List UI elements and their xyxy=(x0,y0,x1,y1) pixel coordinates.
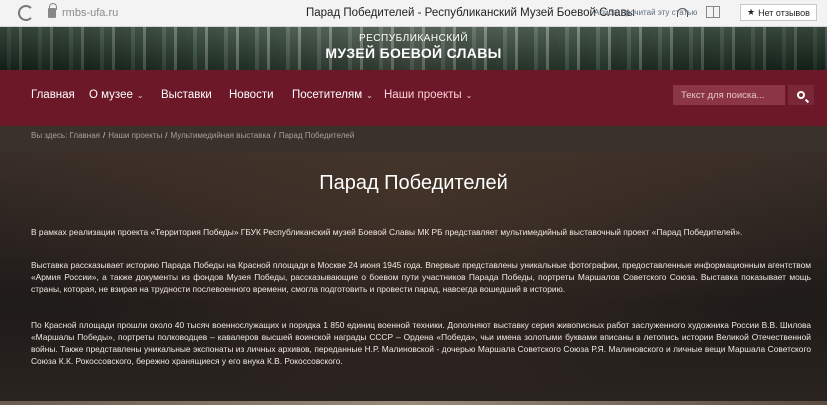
nav-item-label: Наши проекты xyxy=(384,89,462,101)
nav-item-label: Выставки xyxy=(161,89,212,101)
reader-mode-icon[interactable] xyxy=(706,6,720,18)
reload-icon[interactable] xyxy=(18,5,34,21)
main-navigation: Главная О музее ⌄ Выставки Новости Посети… xyxy=(0,70,827,126)
reviews-label: Нет отзывов xyxy=(758,7,810,18)
nav-item-label: Главная xyxy=(31,89,75,101)
breadcrumb-multimedia-exhibition[interactable]: Мультимедийная выставка xyxy=(171,131,271,140)
nav-item-exhibitions[interactable]: Выставки xyxy=(161,89,212,101)
chevron-down-icon: ⌄ xyxy=(366,91,373,100)
search-icon xyxy=(797,91,805,99)
nav-item-label: О музее xyxy=(89,89,133,101)
breadcrumb-prefix: Вы здесь: xyxy=(31,131,68,140)
chevron-down-icon: ⌄ xyxy=(465,91,473,100)
breadcrumb-home[interactable]: Главная xyxy=(70,131,100,140)
image-strip xyxy=(0,401,827,405)
article-paragraph: Выставка рассказывает историю Парада Поб… xyxy=(31,260,811,294)
page-title: Парад Победителей xyxy=(319,172,508,194)
article-paragraph: По Красной площади прошли около 40 тысяч… xyxy=(31,320,811,366)
site-header-banner: РЕСПУБЛИКАНСКИЙ МУЗЕЙ БОЕВОЙ СЛАВЫ xyxy=(0,27,827,70)
browser-toolbar: rmbs-ufa.ru Парад Победителей - Республи… xyxy=(0,0,827,27)
nav-item-news[interactable]: Новости xyxy=(229,89,274,101)
nav-item-label: Новости xyxy=(229,89,274,101)
breadcrumb: Вы здесь: Главная / Наши проекты / Мультимед… xyxy=(0,126,827,152)
nav-item-visitors[interactable]: Посетителям ⌄ xyxy=(292,89,373,101)
article-content: Парад Победителей В рамках реализации пр… xyxy=(0,152,827,405)
reviews-button[interactable]: ★ Нет отзывов xyxy=(740,4,817,21)
nav-item-home[interactable]: Главная xyxy=(31,89,75,101)
museum-name-line2[interactable]: МУЗЕЙ БОЕВОЙ СЛАВЫ xyxy=(0,45,827,61)
lock-icon[interactable] xyxy=(48,3,57,18)
nav-item-our-projects[interactable]: Наши проекты ⌄ xyxy=(384,89,472,101)
search-input[interactable] xyxy=(673,85,785,105)
search-button[interactable] xyxy=(788,85,814,105)
nav-item-label: Посетителям xyxy=(292,89,363,101)
museum-name-line1: РЕСПУБЛИКАНСКИЙ xyxy=(358,33,469,44)
breadcrumb-current: Парад Победителей xyxy=(278,131,355,140)
nav-item-about[interactable]: О музее ⌄ xyxy=(89,89,144,101)
chevron-down-icon: ⌄ xyxy=(136,91,144,100)
address-bar-url[interactable]: rmbs-ufa.ru xyxy=(62,7,118,19)
breadcrumb-our-projects[interactable]: Наши проекты xyxy=(108,131,162,140)
star-icon: ★ xyxy=(747,7,756,17)
article-paragraph: В рамках реализации проекта «Территория … xyxy=(31,227,743,237)
headphones-icon[interactable] xyxy=(677,8,688,17)
browser-page-title: Парад Победителей - Республиканский Музе… xyxy=(306,7,635,19)
